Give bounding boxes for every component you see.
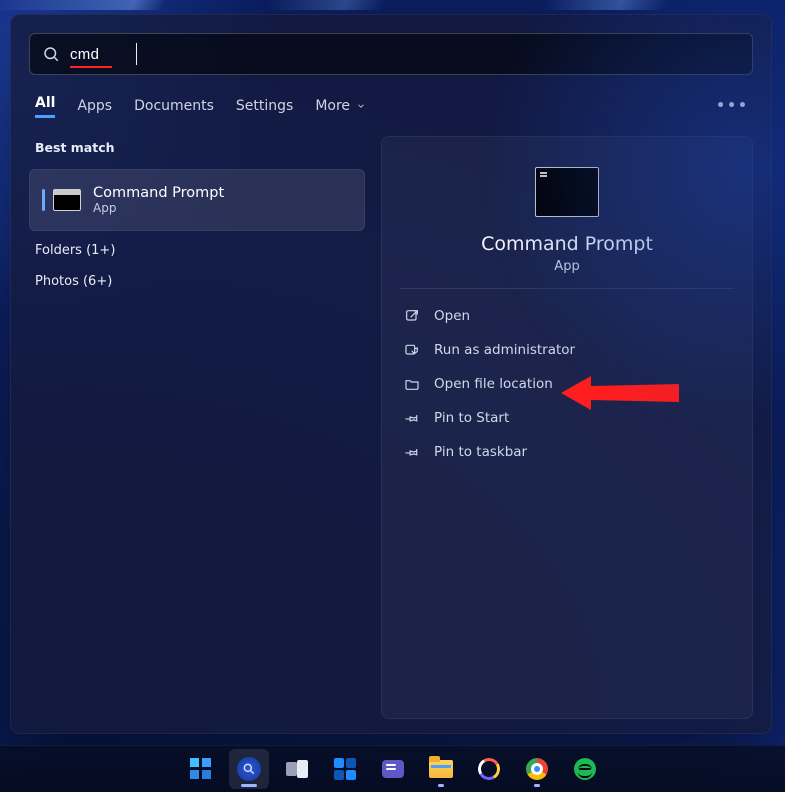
widgets-icon	[334, 758, 356, 780]
taskbar-chat-button[interactable]	[373, 749, 413, 789]
results-list: Best match Command Prompt App Folders (1…	[29, 136, 365, 719]
action-open[interactable]: Open	[400, 299, 734, 333]
action-open-label: Open	[434, 308, 470, 324]
action-run-admin-label: Run as administrator	[434, 342, 575, 358]
taskbar-task-view-button[interactable]	[277, 749, 317, 789]
search-icon	[42, 45, 60, 63]
taskbar-start-button[interactable]	[181, 749, 221, 789]
taskbar	[0, 745, 785, 792]
search-box[interactable]	[29, 33, 753, 75]
result-title: Command Prompt	[93, 185, 224, 201]
tab-apps[interactable]: Apps	[77, 96, 112, 116]
best-match-label: Best match	[29, 136, 365, 159]
tab-settings-label: Settings	[236, 98, 293, 114]
search-icon	[237, 757, 261, 781]
start-search-panel: All Apps Documents Settings More ••• Bes…	[10, 14, 772, 734]
taskbar-file-explorer-button[interactable]	[421, 749, 461, 789]
folder-icon	[404, 376, 420, 392]
best-match-item[interactable]: Command Prompt App	[29, 169, 365, 231]
taskbar-widgets-button[interactable]	[325, 749, 365, 789]
action-open-file-location[interactable]: Open file location	[400, 367, 734, 401]
file-explorer-icon	[429, 760, 453, 778]
taskbar-chrome-button[interactable]	[517, 749, 557, 789]
tab-apps-label: Apps	[77, 98, 112, 114]
filter-tabs: All Apps Documents Settings More •••	[29, 93, 753, 118]
tab-more-label: More	[315, 98, 350, 114]
chrome-icon	[526, 758, 548, 780]
open-icon	[404, 308, 420, 324]
chevron-down-icon	[356, 101, 366, 111]
taskbar-app-ring-button[interactable]	[469, 749, 509, 789]
text-caret	[136, 43, 137, 65]
preview-subtitle: App	[554, 259, 579, 274]
windows-start-icon	[190, 758, 212, 780]
search-input[interactable]	[70, 46, 738, 63]
preview-title: Command Prompt	[481, 233, 653, 255]
result-subtitle: App	[93, 201, 224, 215]
action-pin-to-start[interactable]: Pin to Start	[400, 401, 734, 435]
category-photos[interactable]: Photos (6+)	[29, 262, 365, 293]
action-pin-start-label: Pin to Start	[434, 410, 509, 426]
annotation-underline	[70, 66, 112, 68]
action-pin-to-taskbar[interactable]: Pin to taskbar	[400, 435, 734, 469]
tab-more[interactable]: More	[315, 96, 366, 116]
command-prompt-icon	[53, 189, 81, 211]
pin-icon	[404, 410, 420, 426]
task-view-icon	[286, 760, 308, 778]
shield-admin-icon	[404, 342, 420, 358]
preview-app-icon	[535, 167, 599, 217]
ring-icon	[475, 756, 502, 783]
taskbar-spotify-button[interactable]	[565, 749, 605, 789]
tab-all[interactable]: All	[35, 93, 55, 118]
preview-pane: Command Prompt App Open Run as administr…	[381, 136, 753, 719]
tab-documents[interactable]: Documents	[134, 96, 214, 116]
chat-icon	[382, 760, 404, 778]
action-open-location-label: Open file location	[434, 376, 553, 392]
spotify-icon	[574, 758, 596, 780]
category-folders[interactable]: Folders (1+)	[29, 231, 365, 262]
tab-settings[interactable]: Settings	[236, 96, 293, 116]
pin-icon	[404, 444, 420, 460]
annotation-arrow	[561, 368, 681, 418]
selection-indicator	[42, 189, 45, 211]
taskbar-search-button[interactable]	[229, 749, 269, 789]
action-run-as-administrator[interactable]: Run as administrator	[400, 333, 734, 367]
preview-actions: Open Run as administrator Open file loca…	[400, 299, 734, 469]
action-pin-taskbar-label: Pin to taskbar	[434, 444, 527, 460]
overflow-menu-button[interactable]: •••	[712, 96, 753, 116]
tab-all-label: All	[35, 95, 55, 111]
tab-documents-label: Documents	[134, 98, 214, 114]
